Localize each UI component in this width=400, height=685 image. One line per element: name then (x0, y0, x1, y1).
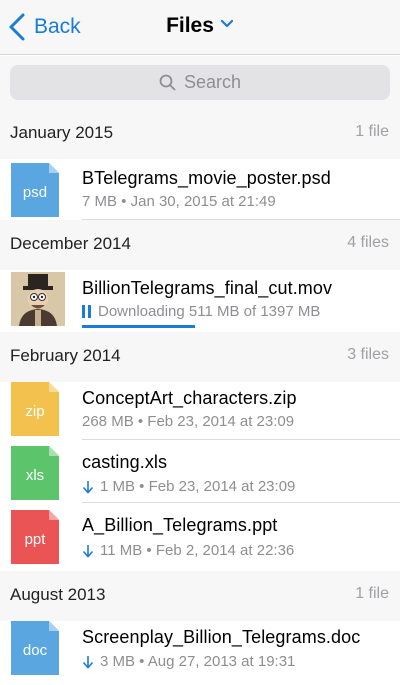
section-file-count: 3 files (347, 346, 389, 363)
navigation-bar: Back Files (0, 0, 400, 55)
file-meta-text: 3 MB • Aug 27, 2013 at 19:31 (100, 653, 296, 670)
file-name: casting.xls (82, 452, 168, 472)
file-name: BillionTelegrams_final_cut.mov (82, 278, 333, 298)
file-meta: 268 MB • Feb 23, 2014 at 23:09 (82, 413, 294, 430)
downloaded-arrow-icon (82, 480, 94, 494)
ppt-file-icon: ppt (11, 510, 65, 564)
zip-file-icon: zip (11, 382, 65, 436)
file-row[interactable]: BillionTelegrams_final_cut.mov Downloadi… (0, 270, 400, 332)
file-name: ConceptArt_characters.zip (82, 388, 297, 408)
download-status-text: Downloading 511 MB of 1397 MB (98, 303, 321, 320)
file-meta: 1 MB • Feb 23, 2014 at 23:09 (82, 478, 295, 495)
file-row[interactable]: psd BTelegrams_movie_poster.psd 7 MB • J… (0, 159, 400, 220)
file-meta: 3 MB • Aug 27, 2013 at 19:31 (82, 653, 295, 670)
pause-icon[interactable] (82, 305, 92, 318)
search-placeholder: Search (183, 72, 242, 92)
search-input[interactable]: Search (10, 65, 390, 100)
download-progress-fill (82, 325, 195, 328)
file-row[interactable]: doc Screenplay_Billion_Telegrams.doc 3 M… (0, 621, 400, 685)
file-row[interactable]: zip ConceptArt_characters.zip 268 MB • F… (0, 382, 400, 440)
file-name: Screenplay_Billion_Telegrams.doc (82, 627, 361, 647)
file-row[interactable]: xls casting.xls 1 MB • Feb 23, 2014 at 2… (0, 440, 400, 503)
file-extension: ppt (24, 531, 46, 548)
section-header: February 2014 3 files (0, 332, 400, 382)
search-bar-container: Search (0, 56, 400, 109)
file-extension: xls (25, 467, 45, 484)
section-title: December 2014 (10, 234, 131, 253)
doc-file-icon: doc (11, 621, 65, 675)
file-name: BTelegrams_movie_poster.psd (82, 168, 331, 188)
downloaded-arrow-icon (82, 544, 94, 558)
section-file-count: 1 file (355, 585, 389, 602)
movie-thumbnail (11, 272, 65, 326)
section-file-count: 1 file (355, 123, 389, 140)
section-file-count: 4 files (347, 234, 389, 251)
file-extension: doc (22, 642, 48, 659)
file-row[interactable]: ppt A_Billion_Telegrams.ppt 11 MB • Feb … (0, 503, 400, 571)
download-progress-bar (82, 325, 390, 328)
section-title: February 2014 (10, 346, 121, 365)
xls-file-icon: xls (11, 446, 65, 500)
section-header: January 2015 1 file (0, 109, 400, 159)
file-meta-text: 7 MB • Jan 30, 2015 at 21:49 (82, 193, 276, 210)
file-extension: psd (22, 184, 48, 201)
file-meta-text: 268 MB • Feb 23, 2014 at 23:09 (82, 413, 295, 430)
file-meta: 7 MB • Jan 30, 2015 at 21:49 (82, 193, 276, 210)
section-title: August 2013 (10, 585, 106, 604)
file-name: A_Billion_Telegrams.ppt (82, 515, 278, 535)
file-extension: zip (25, 403, 45, 420)
chevron-down-icon (220, 20, 234, 28)
download-status: Downloading 511 MB of 1397 MB (82, 303, 320, 320)
section-title: January 2015 (10, 123, 114, 142)
file-meta-text: 11 MB • Feb 2, 2014 at 22:36 (100, 542, 295, 559)
title-dropdown[interactable]: Files (0, 14, 400, 38)
psd-file-icon: psd (11, 163, 65, 217)
file-meta: 11 MB • Feb 2, 2014 at 22:36 (82, 542, 294, 559)
file-meta-text: 1 MB • Feb 23, 2014 at 23:09 (100, 478, 296, 495)
section-header: December 2014 4 files (0, 220, 400, 270)
downloaded-arrow-icon (82, 655, 94, 669)
page-title: Files (166, 14, 214, 37)
search-icon (159, 74, 176, 91)
section-header: August 2013 1 file (0, 571, 400, 621)
